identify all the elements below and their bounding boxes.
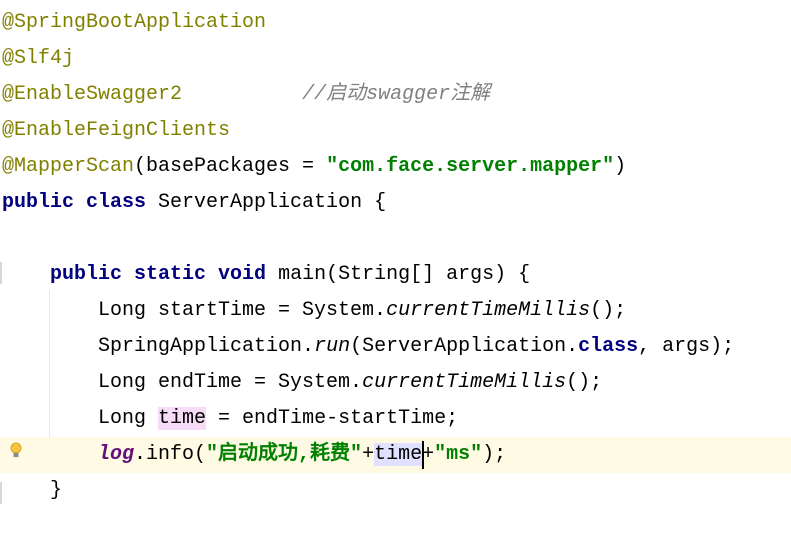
code-line[interactable] <box>2 221 791 257</box>
code-token: + <box>362 443 375 466</box>
code-token: "ms" <box>434 443 483 466</box>
code-token: time <box>374 443 423 466</box>
code-line[interactable]: @EnableFeignClients <box>2 113 791 149</box>
code-token: Long <box>2 407 159 430</box>
code-token: , args); <box>638 335 735 358</box>
code-token: SpringApplication. <box>2 335 315 358</box>
code-line[interactable]: public static void main(String[] args) { <box>2 257 791 293</box>
code-line[interactable]: SpringApplication.run(ServerApplication.… <box>2 329 791 365</box>
code-line[interactable]: Long time = endTime-startTime; <box>2 401 791 437</box>
code-token: ) <box>614 155 627 178</box>
code-token: @EnableFeignClients <box>2 119 231 142</box>
code-token: log <box>98 443 135 466</box>
code-token: (ServerApplication. <box>350 335 579 358</box>
code-line[interactable]: log.info("启动成功,耗费"+time+"ms"); <box>0 437 791 473</box>
code-line[interactable]: Long endTime = System.currentTimeMillis(… <box>2 365 791 401</box>
code-line[interactable]: @Slf4j <box>2 41 791 77</box>
code-token: run <box>314 335 351 358</box>
code-editor[interactable]: @SpringBootApplication @Slf4j @EnableSwagg… <box>0 0 791 535</box>
code-token: Long startTime = System. <box>2 299 387 322</box>
code-line[interactable]: Long startTime = System.currentTimeMilli… <box>2 293 791 329</box>
code-token: ); <box>482 443 507 466</box>
code-token: @MapperScan <box>2 155 135 178</box>
code-token: (); <box>590 299 627 322</box>
code-token: public class <box>2 191 147 214</box>
code-token: } <box>2 479 63 502</box>
code-token: "启动成功,耗费" <box>206 443 363 466</box>
code-line[interactable]: @EnableSwagger2 //启动swagger注解 <box>2 77 791 113</box>
code-line[interactable]: @MapperScan(basePackages = "com.face.ser… <box>2 149 791 185</box>
lightbulb-icon[interactable] <box>10 442 22 458</box>
code-token: Long endTime = System. <box>2 371 363 394</box>
code-token: main(String[] args) { <box>266 263 531 286</box>
code-token: public static void <box>50 263 267 286</box>
code-token: (); <box>566 371 603 394</box>
code-line[interactable]: @SpringBootApplication <box>2 5 791 41</box>
text-caret <box>422 441 424 469</box>
code-line[interactable]: } <box>2 473 791 509</box>
code-token: time <box>158 407 207 430</box>
code-token: "com.face.server.mapper" <box>326 155 615 178</box>
code-token: = endTime-startTime; <box>206 407 459 430</box>
code-token: ServerApplication { <box>146 191 387 214</box>
code-token: class <box>578 335 639 358</box>
code-token: @EnableSwagger2 <box>2 83 183 106</box>
code-token: @SpringBootApplication <box>2 11 267 34</box>
code-token: //启动swagger注解 <box>302 83 491 106</box>
code-line[interactable]: public class ServerApplication { <box>2 185 791 221</box>
code-token: (basePackages = <box>134 155 327 178</box>
code-token: currentTimeMillis <box>386 299 591 322</box>
code-token: currentTimeMillis <box>362 371 567 394</box>
code-token: @Slf4j <box>2 47 75 70</box>
code-token: .info( <box>134 443 207 466</box>
